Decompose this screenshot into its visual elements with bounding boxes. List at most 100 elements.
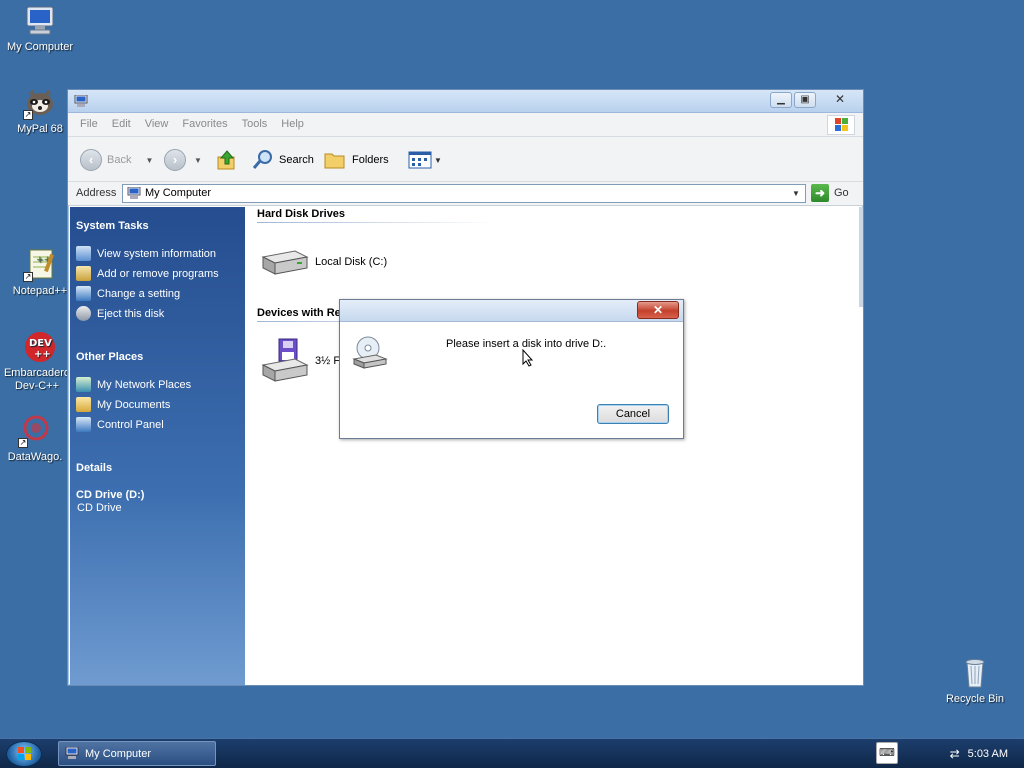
dialog-titlebar[interactable]: ✕ [340,300,683,322]
task-eject-disk[interactable]: Eject this disk [76,306,164,321]
chevron-down-icon[interactable]: ▼ [789,185,803,202]
computer-icon [65,747,79,759]
datawago-icon: ↗ [18,414,52,448]
clock[interactable]: 5:03 AM [968,748,1008,760]
folder-icon [324,153,345,169]
place-label: Control Panel [97,418,164,431]
address-input[interactable]: My Computer ▼ [122,184,806,203]
shortcut-arrow-icon: ↗ [18,438,28,448]
shortcut-arrow-icon: ↗ [23,272,33,282]
place-label: My Documents [97,398,171,411]
drive-item-local-disk[interactable]: Local Disk (C:) [259,247,387,277]
task-view-system-info[interactable]: View system information [76,246,216,261]
scrollbar[interactable] [859,207,863,307]
group-heading-removable: Devices with Re [257,307,341,319]
go-arrow-icon: ➜ [811,184,829,202]
back-label: Back [107,154,132,166]
details-name: CD Drive (D:) [76,489,145,501]
dialog-body: Please insert a disk into drive D:. Canc… [340,322,683,438]
forward-arrow-icon: › [164,149,186,171]
documents-folder-icon [76,397,91,412]
place-network[interactable]: My Network Places [76,377,191,392]
taskbar-button-my-computer[interactable]: My Computer [58,741,216,766]
group-divider [257,222,497,223]
go-label: Go [834,187,849,199]
up-folder-button[interactable] [216,149,238,171]
windows-logo-icon [18,747,31,760]
computer-icon [127,187,141,199]
drive-label: Local Disk (C:) [315,256,388,268]
menu-view[interactable]: View [139,113,177,130]
chevron-down-icon[interactable]: ▼ [434,156,442,165]
desktop-icon-label: DataWago. [7,451,63,463]
desktop-icon-datawago[interactable]: ↗ DataWago. [0,414,75,464]
up-arrow-icon [217,150,235,170]
forward-button[interactable]: › ▼ [164,149,202,171]
go-button[interactable]: ➜ Go [811,184,849,202]
views-icon [408,151,432,169]
mouse-cursor-icon [522,349,534,367]
cancel-button[interactable]: Cancel [597,404,669,424]
devcpp-icon: DEV ++ [23,330,57,364]
task-label: View system information [97,247,217,260]
hard-drive-icon [261,250,309,275]
control-panel-icon [76,417,91,432]
task-add-remove-programs[interactable]: Add or remove programs [76,266,219,281]
eject-icon [76,306,91,321]
views-button[interactable]: ▼ [408,149,442,171]
back-arrow-icon: ‹ [80,149,102,171]
desktop-icon-label: Recycle Bin [945,693,1005,705]
menu-help[interactable]: Help [275,113,312,130]
computer-icon [23,4,57,38]
drive-item-floppy[interactable]: 3½ F [259,337,340,385]
svg-text:DEV: DEV [29,338,52,349]
windows-logo-icon [827,115,855,135]
menu-file[interactable]: File [68,113,106,130]
address-label: Address [76,187,117,199]
toolbar: ‹ Back ▼ › ▼ Search Folders ▼ [68,137,863,182]
network-icon[interactable]: ⇄ [950,747,960,761]
close-button[interactable]: ✕ [820,92,860,108]
desktop-icon-label: My Computer [6,41,74,53]
network-places-icon [76,377,91,392]
menu-edit[interactable]: Edit [106,113,139,130]
add-remove-icon [76,266,91,281]
menu-bar: File Edit View Favorites Tools Help [68,113,863,137]
task-label: Add or remove programs [97,267,219,280]
system-info-icon [76,246,91,261]
folders-label: Folders [352,154,389,166]
maximize-button[interactable]: ▣ [794,92,816,108]
chevron-down-icon[interactable]: ▼ [194,156,202,165]
folders-button[interactable]: Folders [324,149,389,171]
address-bar: Address My Computer ▼ ➜ Go [68,182,863,206]
desktop-icon-recycle-bin[interactable]: Recycle Bin [935,656,1015,706]
dialog-close-button[interactable]: ✕ [637,301,679,319]
insert-disk-dialog: ✕ Please insert a disk into drive D:. Ca… [339,299,684,439]
recycle-bin-icon [958,656,992,690]
control-panel-icon [76,286,91,301]
search-button[interactable]: Search [251,149,314,171]
drive-label: 3½ F [315,355,341,367]
raccoon-icon: ↗ [23,86,57,120]
shortcut-arrow-icon: ↗ [23,110,33,120]
desktop-icon-my-computer[interactable]: My Computer [0,4,80,54]
minimize-button[interactable]: ▁ [770,92,792,108]
taskbar-button-label: My Computer [85,747,152,760]
task-pane: System Tasks View system information Add… [70,207,245,685]
place-control-panel[interactable]: Control Panel [76,417,164,432]
menu-tools[interactable]: Tools [236,113,276,130]
system-tasks-heading: System Tasks [76,220,149,232]
menu-favorites[interactable]: Favorites [176,113,235,130]
back-button[interactable]: ‹ Back ▼ [80,149,153,171]
floppy-drive-icon [261,338,309,382]
system-tray: ⇄ 5:03 AM [874,739,1024,768]
task-change-setting[interactable]: Change a setting [76,286,180,301]
start-button[interactable] [6,741,42,767]
place-my-documents[interactable]: My Documents [76,397,170,412]
window-titlebar[interactable]: ▁ ▣ ✕ [68,90,863,113]
search-label: Search [279,154,314,166]
address-value: My Computer [145,187,212,199]
computer-icon [74,95,88,107]
search-icon [252,150,272,169]
chevron-down-icon[interactable]: ▼ [145,156,153,165]
